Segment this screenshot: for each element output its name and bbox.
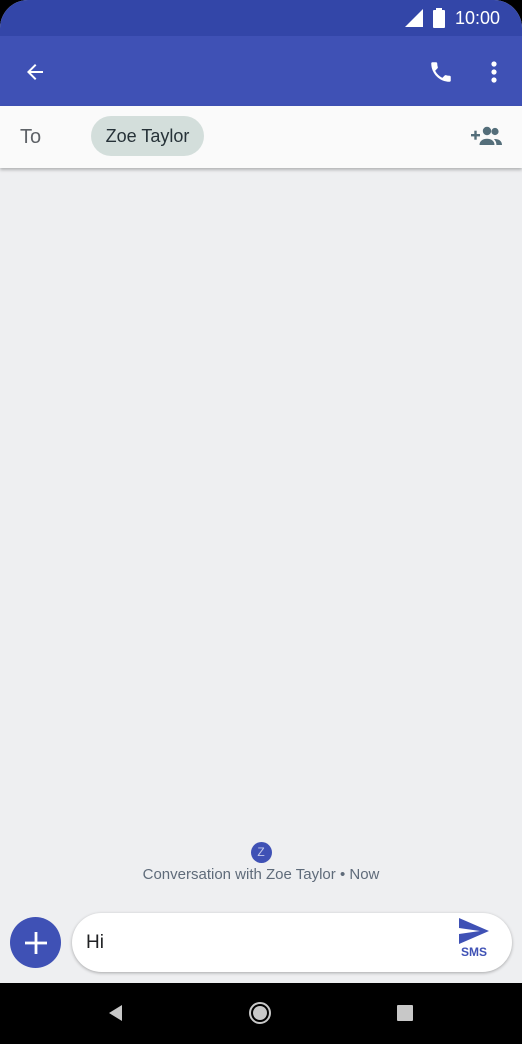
back-arrow-icon bbox=[27, 64, 43, 80]
more-vert-icon bbox=[491, 61, 497, 83]
send-icon bbox=[459, 918, 489, 944]
navigation-bar bbox=[0, 983, 522, 1044]
nav-recents-icon[interactable] bbox=[397, 1005, 413, 1021]
phone-icon bbox=[431, 62, 451, 82]
signal-icon bbox=[404, 9, 423, 27]
status-time: 10:00 bbox=[454, 7, 500, 28]
back-button[interactable] bbox=[20, 57, 50, 87]
send-sms-label: SMS bbox=[460, 945, 487, 959]
status-bar: 10:00 bbox=[0, 0, 522, 36]
to-label: To bbox=[20, 126, 42, 148]
add-people-button[interactable] bbox=[470, 122, 504, 150]
add-people-icon bbox=[471, 126, 502, 145]
plus-icon bbox=[24, 931, 47, 954]
attach-button[interactable] bbox=[10, 917, 61, 968]
battery-icon bbox=[432, 8, 445, 28]
call-button[interactable] bbox=[425, 56, 457, 88]
nav-back-icon[interactable] bbox=[106, 1003, 126, 1023]
conversation-info: Z Conversation with Zoe Taylor • Now bbox=[0, 842, 522, 883]
compose-box: SMS bbox=[72, 913, 512, 972]
conversation-info-text: Conversation with Zoe Taylor • Now bbox=[142, 866, 380, 883]
recipient-chip[interactable]: Zoe Taylor bbox=[91, 116, 204, 156]
recipient-row: To Zoe Taylor bbox=[0, 106, 522, 168]
send-sms-button[interactable]: SMS bbox=[450, 918, 498, 968]
more-options-button[interactable] bbox=[480, 56, 508, 88]
message-input[interactable] bbox=[86, 930, 436, 956]
messaging-screen: 10:00 To Zoe Taylor Z Conversation with … bbox=[0, 0, 522, 1044]
app-bar bbox=[0, 36, 522, 106]
avatar: Z bbox=[250, 842, 272, 863]
nav-home-icon[interactable] bbox=[248, 1001, 272, 1025]
recipient-chip-label: Zoe Taylor bbox=[105, 125, 190, 146]
